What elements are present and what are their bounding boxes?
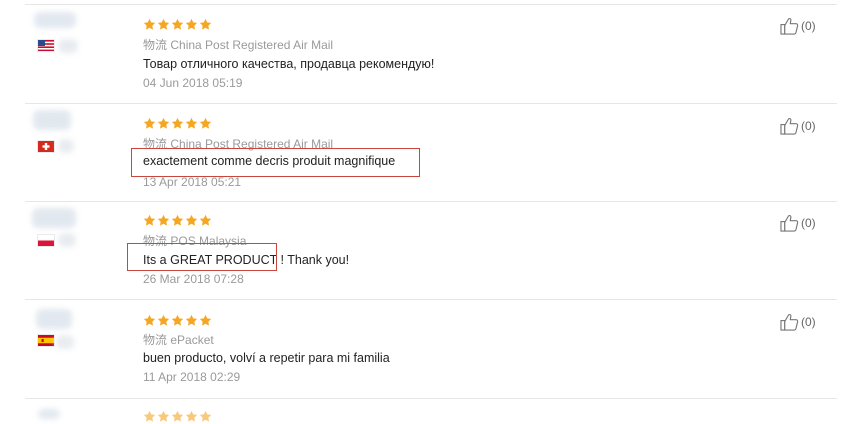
thumbs-up-icon	[780, 118, 799, 135]
helpful-button[interactable]: (0)	[780, 312, 816, 332]
helpful-button[interactable]: (0)	[780, 116, 816, 136]
logistics-value: China Post Registered Air Mail	[170, 38, 334, 52]
star-icon	[185, 117, 198, 129]
star-icon	[143, 314, 156, 326]
star-icon	[157, 214, 170, 226]
us-flag-icon	[38, 40, 54, 51]
review-date: 26 Mar 2018 07:28	[143, 272, 244, 286]
poland-flag-icon	[38, 235, 54, 246]
review-comment: buen producto, volví a repetir para mi f…	[143, 351, 390, 365]
star-icon	[143, 214, 156, 226]
star-icon	[171, 214, 184, 226]
review-date: 13 Apr 2018 05:21	[143, 175, 242, 189]
star-icon	[199, 117, 212, 129]
reviewer-name	[58, 233, 76, 247]
spain-flag-icon	[38, 335, 54, 346]
review-comment: Товар отличного качества, продавца реком…	[143, 57, 435, 71]
review-item: 物流 China Post Registered Air Mail Товар …	[0, 6, 850, 104]
star-icon	[199, 410, 212, 422]
helpful-count: (0)	[801, 315, 816, 329]
reviewer-avatar	[33, 110, 71, 130]
star-rating	[143, 214, 212, 228]
review-divider	[25, 398, 837, 399]
comment-highlight-box	[127, 243, 277, 271]
reviewer-avatar	[32, 208, 76, 228]
star-icon	[143, 18, 156, 30]
star-icon	[157, 117, 170, 129]
helpful-button[interactable]: (0)	[780, 16, 816, 36]
star-icon	[171, 314, 184, 326]
switzerland-flag-icon	[38, 141, 54, 152]
star-icon	[143, 117, 156, 129]
star-rating	[143, 314, 212, 328]
logistics-label: 物流	[143, 333, 168, 347]
star-rating	[143, 117, 212, 131]
star-icon	[199, 214, 212, 226]
star-icon	[199, 18, 212, 30]
reviewer-name	[58, 139, 74, 153]
star-icon	[185, 314, 198, 326]
helpful-count: (0)	[801, 216, 816, 230]
star-icon	[157, 410, 170, 422]
comment-highlight-box	[131, 148, 420, 177]
next-star-rating	[143, 410, 212, 424]
logistics-info: 物流 ePacket	[143, 331, 214, 348]
helpful-button[interactable]: (0)	[780, 213, 816, 233]
review-item: 物流 China Post Registered Air Mail exacte…	[0, 104, 850, 202]
reviewer-avatar	[36, 309, 72, 329]
star-rating	[143, 18, 212, 32]
helpful-count: (0)	[801, 119, 816, 133]
top-divider	[25, 4, 837, 5]
thumbs-up-icon	[780, 18, 799, 35]
thumbs-up-icon	[780, 215, 799, 232]
reviewer-name	[56, 335, 74, 349]
star-icon	[171, 117, 184, 129]
star-icon	[143, 410, 156, 422]
star-icon	[171, 18, 184, 30]
review-date: 11 Apr 2018 02:29	[143, 370, 241, 384]
reviewer-avatar	[34, 12, 76, 28]
star-icon	[185, 410, 198, 422]
star-icon	[171, 410, 184, 422]
logistics-label: 物流	[143, 38, 168, 52]
star-icon	[185, 18, 198, 30]
helpful-count: (0)	[801, 19, 816, 33]
star-icon	[199, 314, 212, 326]
star-icon	[157, 18, 170, 30]
review-item: 物流 ePacket buen producto, volví a repeti…	[0, 300, 850, 398]
reviewer-name	[58, 39, 78, 53]
next-reviewer-avatar	[38, 409, 60, 419]
thumbs-up-icon	[780, 314, 799, 331]
logistics-info: 物流 China Post Registered Air Mail	[143, 36, 333, 53]
review-date: 04 Jun 2018 05:19	[143, 76, 243, 90]
logistics-value: ePacket	[170, 333, 214, 347]
star-icon	[185, 214, 198, 226]
star-icon	[157, 314, 170, 326]
